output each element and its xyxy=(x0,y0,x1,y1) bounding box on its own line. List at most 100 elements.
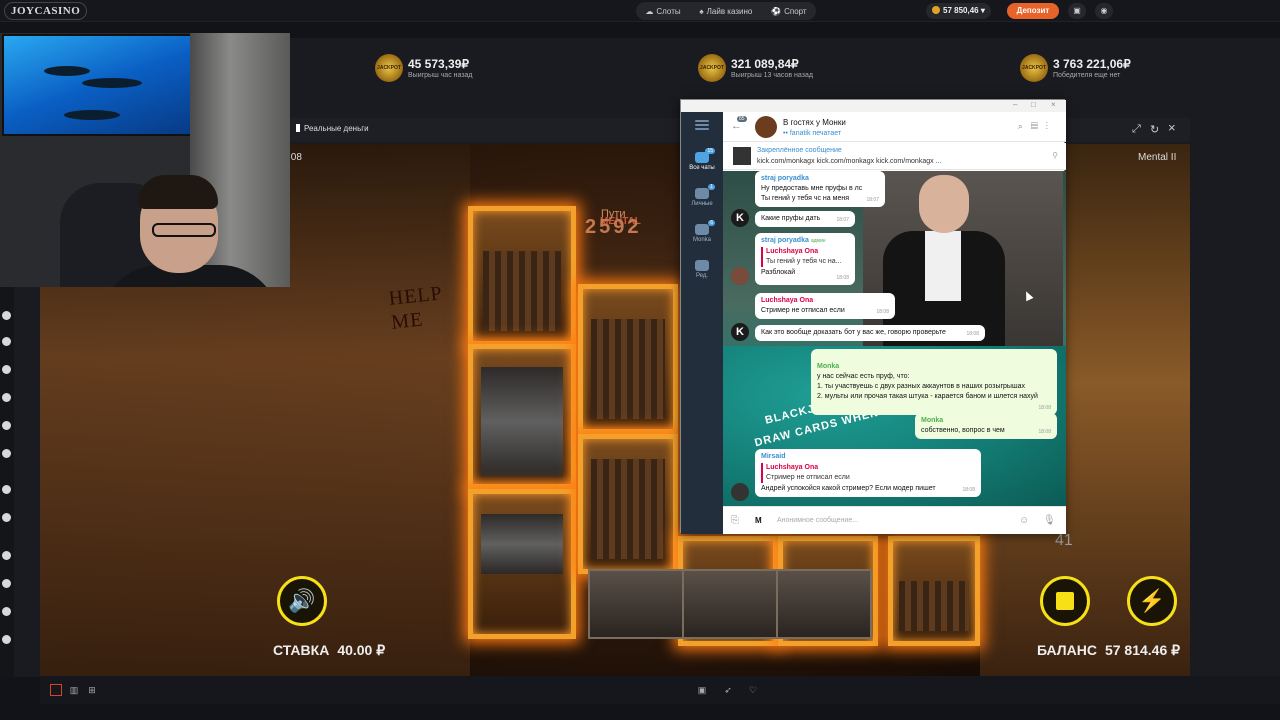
bet-label: СТАВКА xyxy=(273,642,330,658)
sender-name: Luchshaya Ona xyxy=(761,297,814,304)
tag-icon[interactable] xyxy=(2,449,11,458)
folder-badge: 6 xyxy=(708,220,715,226)
deposit-button[interactable]: Депозит xyxy=(1007,3,1059,19)
sender-name: straj poryadka xyxy=(761,237,809,244)
rocket-icon[interactable]: ➶ xyxy=(722,684,734,696)
message[interactable]: Mirsaid Luchshaya Ona Стример не отписал … xyxy=(755,449,981,497)
game-title: Mental II xyxy=(1138,152,1177,163)
header-actions: ⌕▤⋮ xyxy=(1018,121,1056,132)
heart-icon[interactable]: ♡ xyxy=(747,684,759,696)
message[interactable]: Какие пруфы дать 18:07 xyxy=(755,211,855,227)
sound-button[interactable]: 🔊 xyxy=(277,576,327,626)
nav-live[interactable]: ♠ Лайв казино xyxy=(699,7,752,16)
basketball-icon[interactable] xyxy=(2,393,11,402)
message-time: 18:07 xyxy=(866,197,879,203)
typing-status: •• fanatik печатает xyxy=(783,130,842,137)
reel-1-bot xyxy=(468,489,576,639)
message[interactable]: straj poryadka админ Luchshaya Ona Ты ген… xyxy=(755,233,855,285)
nav-slots-label: Слоты xyxy=(656,6,681,16)
fire-icon[interactable] xyxy=(2,365,11,374)
message-outgoing[interactable]: Monka собственно, вопрос в чем 18:08 xyxy=(915,413,1057,439)
telegram-window[interactable]: – □ × 15 Все чаты 1 Личные 6 Monka Ред. ← 8… xyxy=(680,99,1066,534)
site-logo[interactable]: JOYCASINO xyxy=(4,2,88,20)
balance-dropdown[interactable]: 57 850,46 ▾ xyxy=(926,3,991,19)
top-bar: JOYCASINO ☁ Слоты ♠ Лайв казино ⚽ Спорт 57 … xyxy=(0,0,1280,22)
reply-quote[interactable]: Luchshaya Ona Стример не отписал если xyxy=(761,463,975,483)
expand-icon[interactable]: ⤢ xyxy=(1132,123,1141,136)
stop-button[interactable] xyxy=(1040,576,1090,626)
support-icon[interactable] xyxy=(2,551,11,560)
jackpot-status: Выигрыш 13 часов назад xyxy=(731,72,813,79)
reload-icon[interactable]: ↻ xyxy=(1150,123,1159,136)
maximize-icon[interactable]: □ xyxy=(1031,100,1036,109)
folder-personal[interactable]: 1 Личные xyxy=(681,184,723,207)
minimize-icon[interactable]: – xyxy=(1013,100,1017,109)
profile-icon[interactable]: ◉ xyxy=(1095,3,1113,19)
paths-value: 2592 xyxy=(585,216,642,238)
folder-edit[interactable]: Ред. xyxy=(681,260,723,279)
admin-badge: админ xyxy=(810,238,826,244)
split-view-icon[interactable]: ▥ xyxy=(68,684,80,696)
main-nav: ☁ Слоты ♠ Лайв казино ⚽ Спорт xyxy=(636,2,816,20)
close-icon[interactable]: × xyxy=(1051,100,1056,109)
message[interactable]: straj poryadka Ну предоставь мне пруфы в… xyxy=(755,171,885,207)
folder-badge: 1 xyxy=(708,184,715,190)
message-time: 18:07 xyxy=(836,217,849,223)
bitcoin-icon[interactable] xyxy=(2,485,11,494)
kick-avatar: K xyxy=(731,323,749,341)
game-timer: :08 xyxy=(288,152,302,163)
chat-avatar[interactable] xyxy=(755,116,777,138)
mobile-icon[interactable] xyxy=(2,635,11,644)
wall-writing: HELP ME xyxy=(388,281,447,334)
single-view-icon[interactable] xyxy=(50,684,62,696)
folder-all-chats[interactable]: 15 Все чаты xyxy=(681,148,723,171)
telegram-icon[interactable] xyxy=(2,513,11,522)
message-outgoing[interactable]: Monka у нас сейчас есть пруф, что: 1. ты… xyxy=(811,349,1057,415)
reply-quote[interactable]: Luchshaya Ona Ты гений у тебя чс на... xyxy=(761,247,849,267)
gift-icon[interactable] xyxy=(2,311,11,320)
quad-view-icon[interactable]: ⊞ xyxy=(86,684,98,696)
sliders-icon xyxy=(695,260,709,271)
globe-icon[interactable] xyxy=(2,579,11,588)
search-icon[interactable]: ⌕ xyxy=(1018,121,1031,131)
jackpot-badge: JACKPOT xyxy=(375,54,403,82)
pin-list-icon[interactable]: ⚲ xyxy=(1052,151,1058,160)
message[interactable]: Как это вообще доказать бот у вас же, го… xyxy=(755,325,985,341)
sender-name: Monka xyxy=(921,417,944,424)
user-avatar xyxy=(731,483,749,501)
trophy-icon[interactable] xyxy=(2,421,11,430)
gift-icon[interactable]: ▣ xyxy=(696,684,708,696)
wall-text: HELP ME xyxy=(387,282,444,334)
message-time: 18:08 xyxy=(836,275,849,281)
jackpot-badge: JACKPOT xyxy=(1020,54,1048,82)
chat-title[interactable]: В гостях у Монки xyxy=(783,118,846,127)
close-icon[interactable]: × xyxy=(1168,120,1176,135)
message-input[interactable]: Анонимное сообщение... xyxy=(777,517,858,524)
folder-monka[interactable]: 6 Monka xyxy=(681,220,723,243)
pinned-message[interactable]: Закреплённое сообщение kick.com/monkagx … xyxy=(723,143,1066,170)
rocket-icon[interactable] xyxy=(2,337,11,346)
nav-slots[interactable]: ☁ Слоты xyxy=(645,7,680,16)
message[interactable]: Luchshaya Ona Стример не отписал если 18… xyxy=(755,293,895,319)
emoji-icon[interactable]: ☺ xyxy=(1019,515,1029,526)
balance-label: БАЛАНС xyxy=(1037,642,1097,658)
comments-icon[interactable]: ▤ xyxy=(1031,121,1046,131)
attach-icon[interactable]: ⎘ xyxy=(731,515,739,526)
more-icon[interactable]: ⋮ xyxy=(1046,121,1056,131)
turbo-button[interactable]: ⚡ xyxy=(1127,576,1177,626)
nav-live-label: Лайв казино xyxy=(706,6,753,16)
menu-icon[interactable] xyxy=(681,120,723,124)
nav-sport[interactable]: ⚽ Спорт xyxy=(771,7,806,16)
chat-area: BLACKJACK PAYS 3 TO 2 DRAW CARDS WHEN st… xyxy=(723,171,1066,506)
real-money-label: Реальные деньги xyxy=(296,124,369,133)
slots-icon: ☁ xyxy=(645,6,654,16)
grid-icon[interactable] xyxy=(2,607,11,616)
microphone-icon[interactable]: 🎙 xyxy=(1043,515,1056,526)
sender-name: straj poryadka xyxy=(761,175,809,182)
coin-icon xyxy=(932,6,940,14)
unread-count: 85 xyxy=(737,116,747,122)
reply-text: Стример не отписал если xyxy=(766,474,850,481)
gift-icon[interactable]: ▣ xyxy=(1068,3,1086,19)
message-time: 18:08 xyxy=(962,487,975,493)
reel-1-top xyxy=(468,206,576,346)
